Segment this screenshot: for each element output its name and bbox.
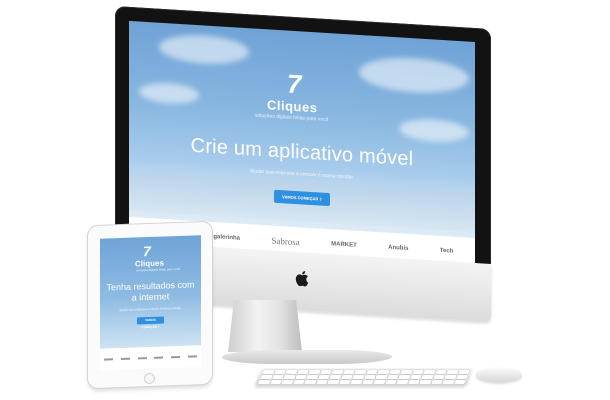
keyboard-key [419,380,432,384]
keyboard-key [294,375,307,379]
tablet-hero-headline: Tenha resultados com a internet [106,279,195,303]
partner-logo[interactable]: galerinha [213,234,240,242]
keyboard-key [446,370,459,374]
partner-logo [103,358,113,361]
keyboard-key [423,370,436,374]
keyboard-key [386,375,399,379]
keyboard-key [340,375,353,379]
keyboard-key [281,380,294,384]
tablet-cta-button[interactable]: VAMOS COMEÇAR ? [137,316,164,329]
site-logo-mark[interactable]: 7 [287,69,301,101]
partner-logo [154,356,164,359]
keyboard-key [388,370,401,374]
cloud [139,81,199,106]
keyboard-key [262,370,275,374]
partner-logo [171,355,181,359]
keyboard-key [444,375,457,379]
keyboard-key [342,370,355,374]
keyboard-key [315,380,328,384]
keyboard-key [273,370,286,374]
keyboard-key [308,370,321,374]
keyboard-key [304,380,317,384]
keyboard-key [457,370,470,374]
keyboard-key [432,375,445,379]
keyboard-key [271,375,284,379]
partner-logo[interactable]: Tech [440,248,454,255]
keyboard-key [398,375,411,379]
keyboard-key [350,380,363,384]
keyboard-key [319,370,332,374]
keyboard [254,368,474,386]
partner-logo [120,357,130,361]
keyboard-key [352,375,365,379]
partner-logo [188,355,198,358]
tablet-website-screen: 7 Cliques soluções digitais feitas para … [100,235,201,371]
keyboard-key [283,375,296,379]
keyboard-key [354,370,367,374]
partner-logo[interactable]: MARKET [331,241,357,249]
keyboard-key [363,375,376,379]
ipad-device: 7 Cliques soluções digitais feitas para … [88,221,212,389]
keyboard-key [396,380,409,384]
keyboard-key [409,375,422,379]
keyboard-key [329,375,342,379]
magic-mouse [476,367,522,382]
keyboard-key [317,375,330,379]
imac-stand-neck [228,300,302,352]
cloud [359,54,469,96]
keyboard-key [411,370,424,374]
keyboard-key [365,370,378,374]
apple-logo-icon [295,271,309,287]
keyboard-key [327,380,340,384]
keyboard-key [455,375,468,379]
keyboard-key [361,380,374,384]
partner-logo [137,357,147,360]
keyboard-key [375,375,388,379]
keyboard-key [421,375,434,379]
keyboard-key [442,380,455,384]
tablet-tagline: soluções digitais feitas para você [136,266,181,273]
keyboard-key [453,380,466,384]
keyboard-key [296,370,309,374]
cloud [399,117,469,144]
keyboard-key [373,380,386,384]
keyboard-key [430,380,443,384]
keyboard-key [377,370,390,374]
tablet-partner-logos-bar [100,345,201,371]
partner-logo[interactable]: Sabrosa [271,236,300,248]
keyboard-key [400,370,413,374]
home-button[interactable] [144,372,155,385]
keyboard-key [292,380,305,384]
site-brand-name[interactable]: Cliques [267,97,317,115]
partner-logo[interactable]: Anubis [388,245,408,252]
keyboard-key [258,380,271,384]
imac-stand-foot [219,350,395,364]
keyboard-key [285,370,298,374]
keyboard-key [384,380,397,384]
keyboard-key [306,375,319,379]
keyboard-key [260,375,273,379]
tablet-logo-mark[interactable]: 7 [143,243,151,259]
tablet-hero-subheadline: Ajudar sua empresa a crescer é nossa mis… [119,305,182,313]
keyboard-key [338,380,351,384]
cloud [159,32,249,67]
keyboard-key [434,370,447,374]
keyboard-key [269,380,282,384]
keyboard-key [331,370,344,374]
keyboard-key [407,380,420,384]
